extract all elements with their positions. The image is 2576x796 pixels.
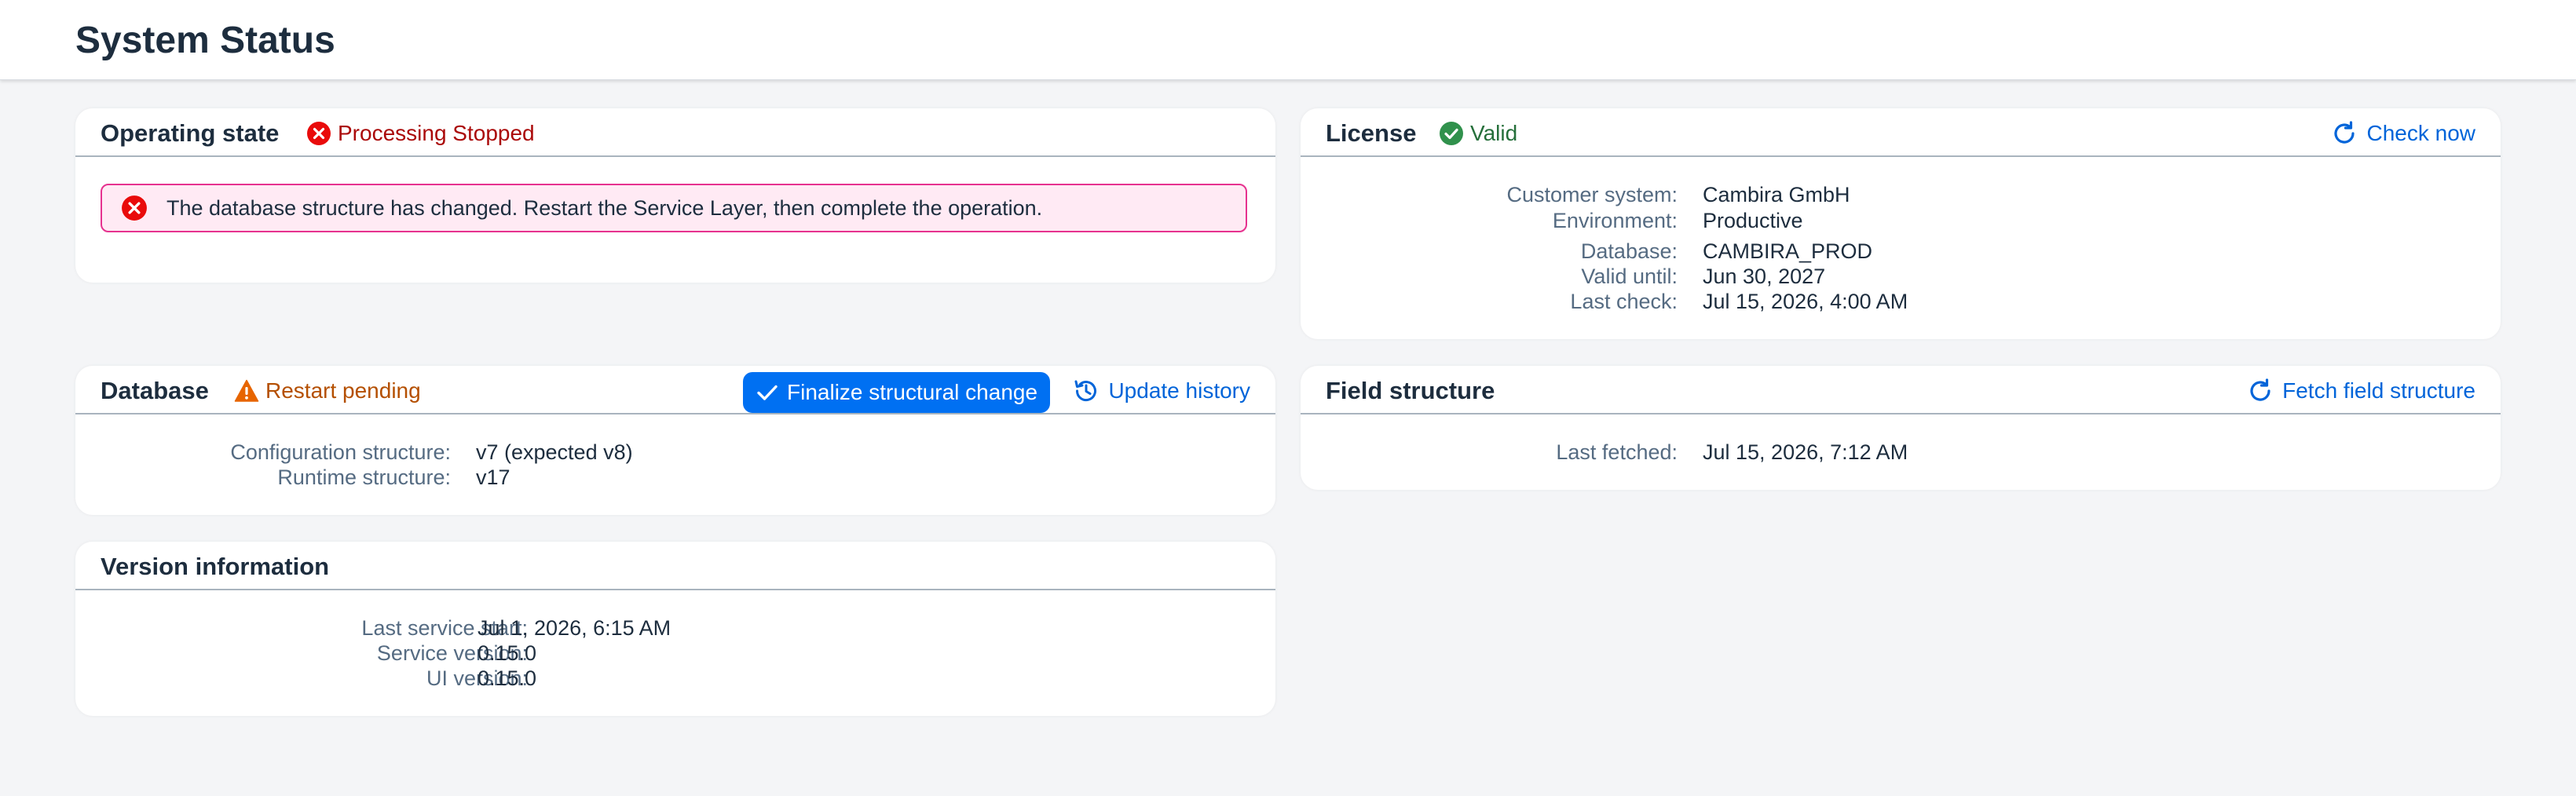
license-title: License: [1326, 119, 1417, 147]
field-value: Productive: [1703, 209, 1803, 232]
operating-state-header: Operating state Processing Stopped: [75, 108, 1275, 157]
error-message-strip: The database structure has changed. Rest…: [101, 184, 1247, 232]
field-row-environment: Environment: Productive: [1301, 208, 2086, 233]
fetch-field-structure-button[interactable]: Fetch field structure: [2246, 375, 2475, 407]
field-structure-card: Field structure Fetch field structure La…: [1301, 366, 2501, 490]
field-value: Jul 15, 2026, 7:12 AM: [1703, 440, 1908, 464]
field-structure-header: Field structure Fetch field structure: [1301, 366, 2501, 414]
field-row-valid-until: Valid until: Jun 30, 2027: [1301, 264, 2086, 289]
version-information-title: Version information: [101, 553, 330, 580]
field-row-last-fetched: Last fetched: Jul 15, 2026, 7:12 AM: [1301, 440, 2086, 465]
field-value: Jul 1, 2026, 6:15 AM: [478, 616, 671, 640]
operating-state-status-text: Processing Stopped: [338, 121, 535, 145]
checkmark-icon: [757, 385, 778, 400]
database-header: Database Restart pending Finalize struct…: [75, 366, 1275, 414]
finalize-structural-change-button[interactable]: Finalize structural change: [743, 372, 1051, 413]
license-status: Valid: [1439, 118, 1517, 149]
field-value: CAMBIRA_PROD: [1703, 239, 1873, 263]
field-label: Valid until:: [1581, 265, 1678, 288]
field-row-ui-version: UI version: 0.15.0: [75, 666, 861, 691]
operating-state-card: Operating state Processing Stopped The d…: [75, 108, 1275, 283]
field-row-database: Database: CAMBIRA_PROD: [1301, 239, 2086, 264]
field-structure-title: Field structure: [1326, 377, 1495, 404]
operating-state-status: Processing Stopped: [306, 118, 535, 149]
check-now-button[interactable]: Check now: [2330, 118, 2475, 149]
field-value: 0.15.0: [478, 666, 537, 690]
refresh-icon: [2250, 378, 2270, 401]
field-row-service-version: Service version: 0.15.0: [75, 641, 861, 666]
error-circle-icon: [307, 122, 331, 145]
database-status-text: Restart pending: [265, 378, 421, 403]
field-value: Cambira GmbH: [1703, 183, 1850, 206]
field-label: Runtime structure:: [277, 466, 451, 489]
field-value: v17: [476, 466, 510, 489]
field-label: Configuration structure:: [230, 440, 451, 464]
field-value: Jul 15, 2026, 4:00 AM: [1703, 290, 1908, 313]
database-status: Restart pending: [234, 375, 421, 407]
field-label: Customer system:: [1506, 183, 1678, 206]
field-value: Jun 30, 2027: [1703, 265, 1826, 288]
history-icon: [1074, 380, 1097, 402]
field-label: Environment:: [1552, 209, 1678, 232]
operating-state-title: Operating state: [101, 119, 280, 147]
license-header: License Valid Check now: [1301, 108, 2501, 157]
field-row-last-service-start: Last service start: Jul 1, 2026, 6:15 AM: [75, 615, 861, 641]
field-label: Database:: [1580, 239, 1678, 263]
field-row-configuration-structure: Configuration structure: v7 (expected v8…: [75, 440, 861, 465]
field-value: 0.15.0: [478, 641, 537, 665]
warning-triangle-icon: [234, 379, 259, 402]
field-row-runtime-structure: Runtime structure: v17: [75, 465, 861, 490]
check-circle-icon: [1440, 122, 1463, 145]
update-history-button[interactable]: Update history: [1072, 375, 1250, 407]
field-label: Last fetched:: [1556, 440, 1678, 464]
version-information-card: Version information Last service start: …: [75, 542, 1275, 716]
page-header: System Status: [0, 0, 2576, 80]
field-row-last-check: Last check: Jul 15, 2026, 4:00 AM: [1301, 289, 2086, 314]
error-message-text: The database structure has changed. Rest…: [166, 195, 1043, 220]
error-circle-icon: [122, 195, 147, 221]
update-history-label: Update history: [1108, 378, 1250, 403]
refresh-icon: [2334, 121, 2355, 144]
database-title: Database: [101, 377, 209, 404]
field-value: v7 (expected v8): [476, 440, 633, 464]
database-card: Database Restart pending Finalize struct…: [75, 366, 1275, 515]
license-status-text: Valid: [1470, 121, 1518, 145]
check-now-label: Check now: [2366, 121, 2475, 145]
version-information-header: Version information: [75, 542, 1275, 590]
field-label: Last check:: [1570, 290, 1678, 313]
finalize-structural-change-label: Finalize structural change: [787, 380, 1038, 404]
field-row-customer-system: Customer system: Cambira GmbH: [1301, 182, 2086, 207]
fetch-field-structure-label: Fetch field structure: [2282, 378, 2475, 403]
page-title: System Status: [75, 20, 335, 61]
